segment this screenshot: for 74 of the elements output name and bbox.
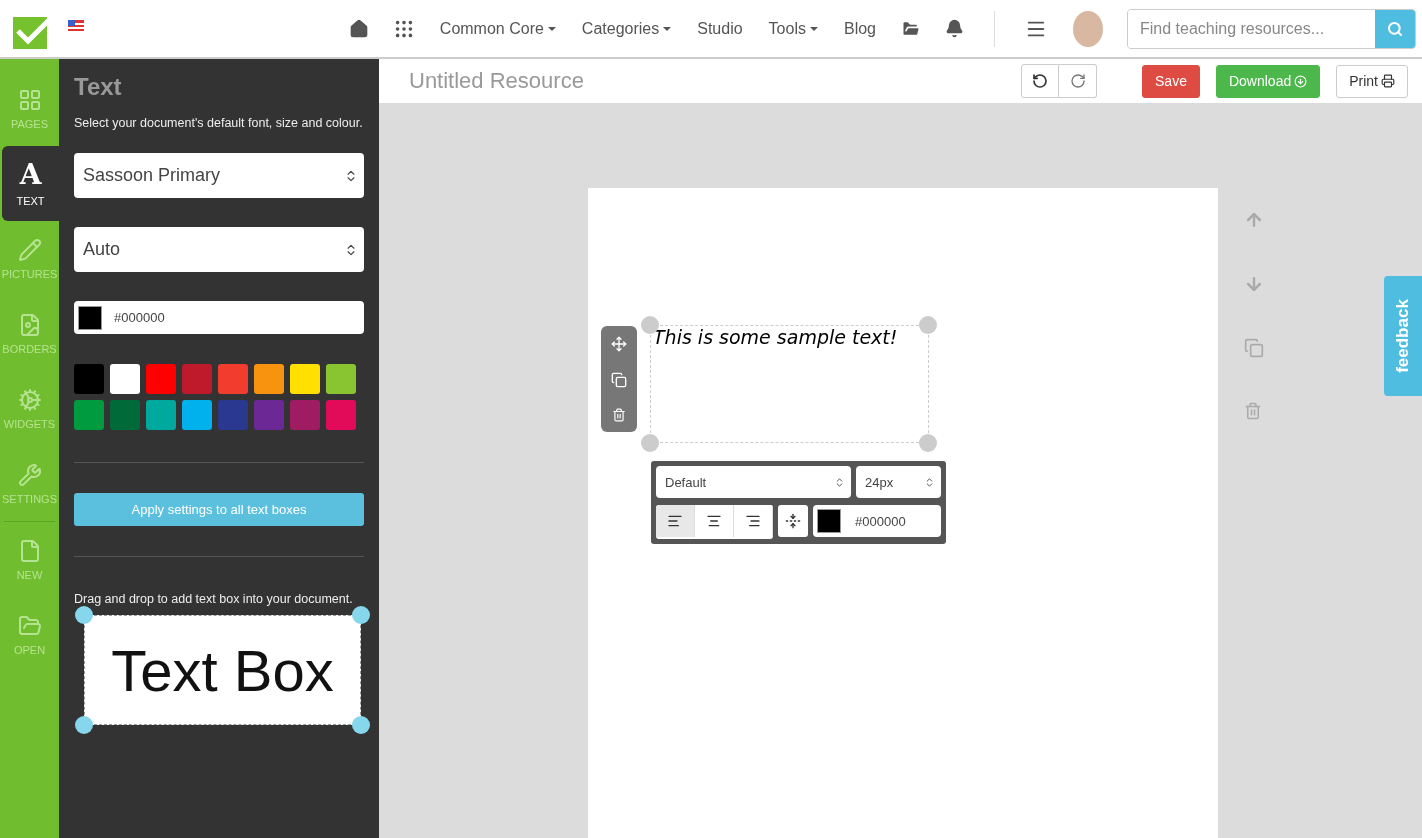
rail-icon — [17, 387, 42, 412]
redo-icon — [1069, 73, 1086, 89]
align-button[interactable] — [656, 505, 695, 537]
nav-link[interactable]: Studio — [697, 19, 743, 38]
undo-button[interactable] — [1021, 64, 1059, 98]
color-swatch[interactable] — [182, 364, 212, 394]
copy-icon[interactable] — [611, 372, 627, 388]
arrow-up-icon[interactable] — [1244, 210, 1264, 230]
drag-hint: Drag and drop to add text box into your document. — [74, 591, 354, 607]
rail-icon — [17, 237, 42, 262]
align-icon — [706, 513, 722, 529]
color-swatch[interactable] — [218, 364, 248, 394]
move-icon[interactable] — [611, 336, 627, 352]
color-swatch[interactable] — [110, 400, 140, 430]
rail-icon — [17, 87, 42, 112]
nav-link[interactable]: Common Core — [439, 19, 556, 38]
color-swatch[interactable] — [74, 400, 104, 430]
save-button[interactable]: Save — [1142, 64, 1200, 98]
bell-icon[interactable] — [945, 19, 964, 38]
search-icon — [1387, 20, 1403, 37]
color-swatch[interactable] — [74, 364, 104, 394]
home-icon[interactable] — [348, 18, 369, 39]
color-chip — [78, 305, 102, 330]
color-swatch[interactable] — [218, 400, 248, 430]
arrow-down-icon[interactable] — [1244, 274, 1264, 294]
spacing-icon — [785, 513, 801, 529]
resize-handle[interactable] — [919, 316, 937, 334]
color-swatch[interactable] — [326, 364, 356, 394]
color-swatch[interactable] — [110, 364, 140, 394]
search-button[interactable] — [1375, 9, 1415, 48]
color-swatch[interactable] — [290, 400, 320, 430]
resize-handle[interactable] — [75, 606, 93, 624]
resize-handle[interactable] — [352, 606, 370, 624]
resize-handle[interactable] — [641, 434, 659, 452]
color-field[interactable]: #000000 — [813, 505, 941, 537]
undo-icon — [1032, 73, 1048, 89]
text-box-sample[interactable]: Text Box — [84, 615, 361, 725]
color-swatch[interactable] — [290, 364, 320, 394]
resize-handle[interactable] — [75, 716, 93, 734]
nav-link[interactable]: Blog — [843, 19, 876, 38]
rail-item[interactable]: A TEXT — [2, 146, 59, 221]
trash-icon[interactable] — [612, 408, 626, 422]
color-chip — [817, 509, 841, 533]
resize-handle[interactable] — [919, 434, 937, 452]
printer-icon — [1381, 74, 1395, 88]
size-select[interactable]: 24px — [856, 466, 941, 498]
rail-icon — [17, 462, 42, 487]
redo-button[interactable] — [1059, 64, 1097, 98]
flag-icon[interactable] — [68, 20, 84, 31]
download-icon — [1294, 74, 1308, 88]
color-swatch[interactable] — [254, 364, 284, 394]
color-field[interactable]: #000000 — [74, 301, 364, 334]
rail-icon — [17, 613, 42, 638]
color-swatch[interactable] — [254, 400, 284, 430]
spacing-button[interactable] — [778, 505, 808, 537]
nav-link[interactable]: Categories — [581, 19, 672, 38]
color-swatch[interactable] — [146, 364, 176, 394]
search-field[interactable]: Find teaching resources... — [1127, 8, 1416, 49]
print-button[interactable]: Print — [1336, 64, 1408, 98]
avatar[interactable] — [1073, 10, 1103, 47]
panel-hint: Select your document's default font, size and colour. — [74, 115, 364, 131]
align-icon — [667, 513, 683, 529]
font-select[interactable]: Sassoon Primary — [74, 153, 364, 198]
resize-handle[interactable] — [352, 716, 370, 734]
updown-icon — [924, 476, 935, 488]
color-swatch[interactable] — [182, 400, 212, 430]
updown-icon — [834, 476, 845, 488]
align-icon — [745, 513, 761, 529]
color-swatch[interactable] — [326, 400, 356, 430]
font-select[interactable]: Default — [656, 466, 851, 498]
size-select[interactable]: Auto — [74, 227, 364, 272]
color-swatch[interactable] — [146, 400, 176, 430]
nav-link[interactable]: Tools — [768, 19, 818, 38]
panel-title: Text — [74, 73, 123, 101]
